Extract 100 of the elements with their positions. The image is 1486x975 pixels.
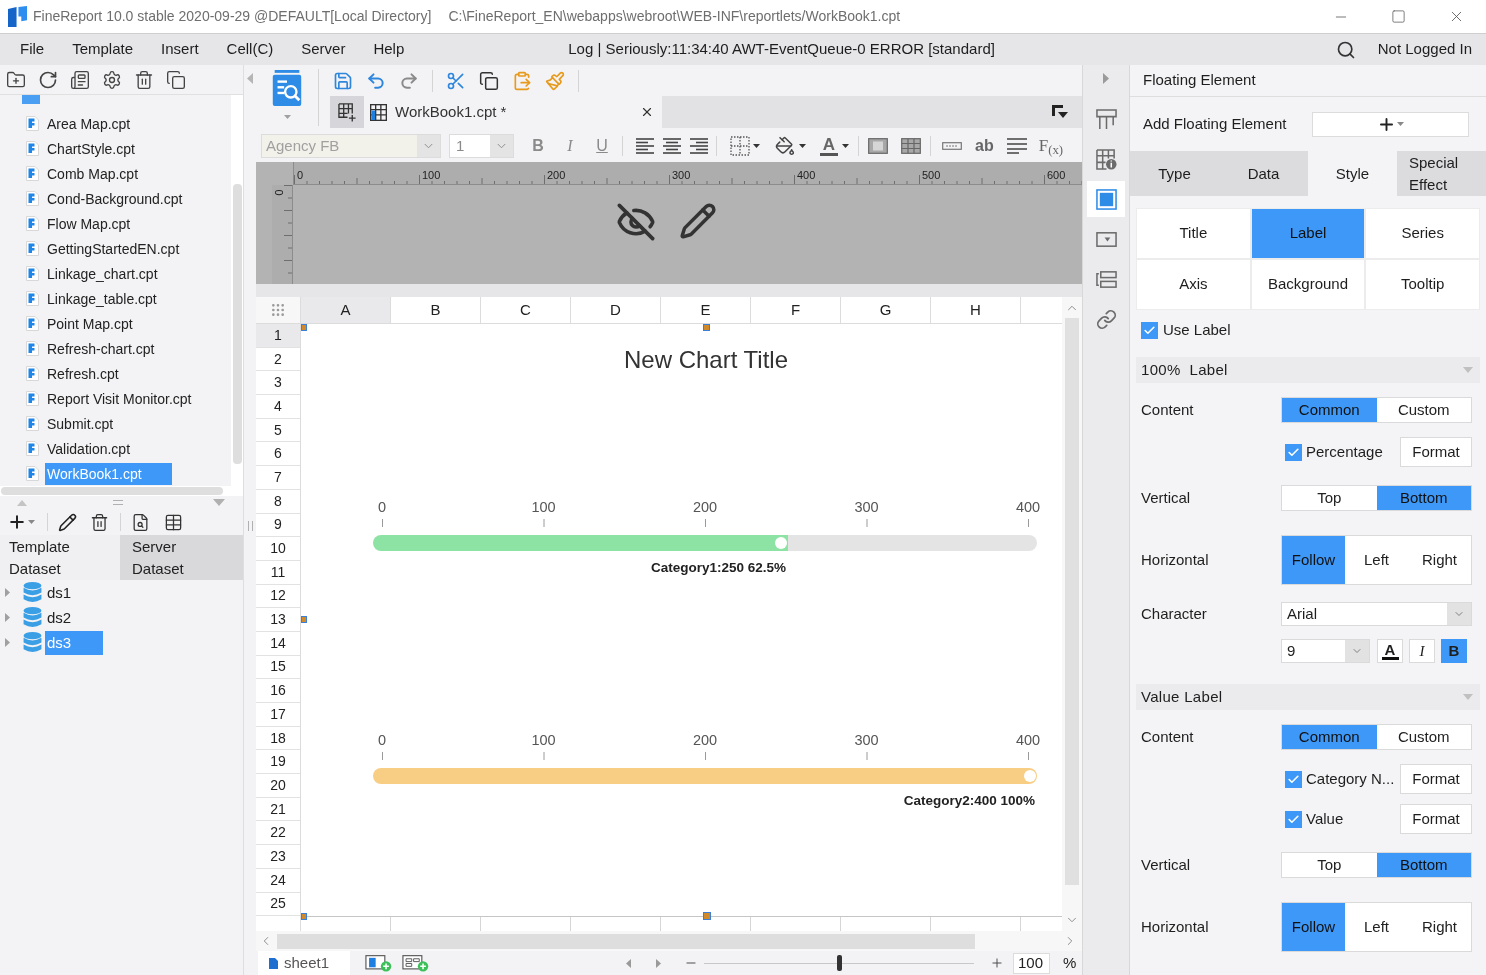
delete-icon[interactable] [90,512,109,532]
splitter-grip-icon[interactable] [247,521,253,531]
expand-arrow-icon[interactable] [5,613,10,622]
template-file[interactable]: Linkage_chart.cpt [45,262,160,285]
resize-handle[interactable] [301,616,307,623]
split-cells-icon[interactable] [901,138,921,154]
caret-icon[interactable] [799,144,806,148]
menu-item[interactable]: Server [301,38,346,61]
segment-button[interactable]: Follow [1282,903,1345,951]
undo-icon[interactable] [366,70,386,91]
template-file[interactable]: ChartStyle.cpt [45,137,137,160]
segment-button[interactable]: Common [1282,725,1377,749]
border-icon[interactable] [730,136,750,156]
new-sheet-icon[interactable] [337,102,357,122]
preview-icon[interactable] [272,70,302,106]
duplicate-icon[interactable] [166,69,186,90]
template-file[interactable]: Report Visit Monitor.cpt [45,387,194,410]
menu-item[interactable]: Help [373,38,405,61]
next-sheet-icon[interactable] [656,958,661,968]
vertical-scrollbar[interactable] [232,184,242,464]
subsection-tab[interactable]: Axis [1136,259,1251,310]
expand-arrow-icon[interactable] [5,588,10,597]
workbook-tab[interactable]: WorkBook1.cpt * [364,96,662,128]
bold-button[interactable]: B [1441,639,1467,663]
template-file[interactable]: Flow Map.cpt [45,212,133,235]
refresh-icon[interactable] [38,69,58,90]
collapse-left-icon[interactable] [247,73,253,84]
menu-item[interactable]: Cell(C) [226,38,274,61]
subsection-tab[interactable]: Series [1365,208,1480,259]
align-right-icon[interactable] [690,138,708,154]
panel-tab[interactable] [1087,181,1125,217]
template-file[interactable]: Refresh.cpt [45,362,121,385]
zoom-slider[interactable] [704,955,974,971]
resize-handle[interactable] [703,911,711,920]
template-file[interactable]: GettingStartedEN.cpt [45,237,182,260]
subsection-tab[interactable]: Label [1250,208,1366,259]
property-tab[interactable]: Data [1219,151,1308,196]
segment-button[interactable]: Common [1282,398,1377,422]
template-file[interactable]: Validation.cpt [45,437,132,460]
table-header-icon[interactable] [1095,108,1117,130]
checkbox[interactable] [1141,321,1158,339]
document-icon[interactable] [70,69,90,90]
paste-icon[interactable] [512,70,532,91]
checkbox[interactable] [1285,770,1302,788]
segment-button[interactable]: Follow [1282,536,1345,584]
menu-item[interactable]: Template [72,38,134,61]
splitter-grip-icon[interactable] [113,500,123,505]
caret-icon[interactable] [842,144,849,148]
copy-icon[interactable] [479,70,499,91]
template-file[interactable]: Point Map.cpt [45,312,135,335]
align-left-icon[interactable] [636,138,654,154]
add-grid-sheet-icon[interactable] [402,954,429,972]
font-color-button[interactable]: A [820,136,838,156]
row-header[interactable]: 1 [256,324,300,348]
horizontal-scrollbar[interactable] [1,487,223,495]
template-file[interactable]: Refresh-chart.cpt [45,337,157,360]
add-sheet-icon[interactable] [365,954,392,972]
grip-dots-icon[interactable] [270,302,286,318]
edit-icon[interactable] [679,202,717,240]
subsection-tab[interactable]: Background [1250,259,1366,310]
zoom-field[interactable]: 100 [1013,952,1050,974]
template-file[interactable]: Submit.cpt [45,412,116,435]
table-info-icon[interactable] [1095,148,1117,170]
dataset-tab[interactable]: Server Dataset [120,535,243,580]
table-icon[interactable] [164,512,183,532]
formula-button[interactable]: F$_{(x)}$ [1038,133,1063,159]
horizontal-scrollbar[interactable] [277,933,975,949]
redo-icon[interactable] [399,70,419,91]
format-button[interactable]: Format [1400,804,1472,834]
chart-frame-icon[interactable] [1095,188,1117,210]
resize-handle[interactable] [301,324,307,331]
segment-button[interactable]: Bottom [1376,853,1471,877]
login-status[interactable]: Not Logged In [1377,38,1472,61]
preview-file-icon[interactable] [131,512,150,532]
dataset-item[interactable]: ds2 [45,605,74,630]
sheet-tab[interactable]: sheet1 [258,951,350,975]
template-file[interactable]: Linkage_table.cpt [45,287,159,310]
cut-icon[interactable] [446,70,466,91]
template-file[interactable]: Cond-Background.cpt [45,187,185,210]
resize-handle[interactable] [703,324,710,331]
subsection-tab[interactable]: Title [1136,208,1251,259]
size-select[interactable]: 9 [1281,639,1370,663]
section-header[interactable]: Value Label [1136,684,1480,710]
stacked-boxes-icon[interactable] [1095,268,1117,290]
resize-handle[interactable] [301,912,307,920]
template-file[interactable]: Area Map.cpt [45,112,133,135]
caret-icon[interactable] [753,144,760,148]
section-header[interactable]: 100% Label [1136,357,1480,383]
link-icon[interactable] [1095,308,1117,330]
zoom-in-icon[interactable] [990,956,1004,970]
font-select[interactable]: Arial [1281,602,1472,626]
expand-arrow-icon[interactable] [5,638,10,647]
align-center-icon[interactable] [663,138,681,154]
edit-icon[interactable] [58,512,77,532]
text-button[interactable]: ab [975,134,994,158]
search-icon[interactable] [1335,39,1356,60]
checkbox[interactable] [1285,810,1302,828]
italic-button[interactable]: I [1409,639,1435,663]
add-icon[interactable] [7,512,27,532]
format-painter-icon[interactable] [545,70,565,91]
